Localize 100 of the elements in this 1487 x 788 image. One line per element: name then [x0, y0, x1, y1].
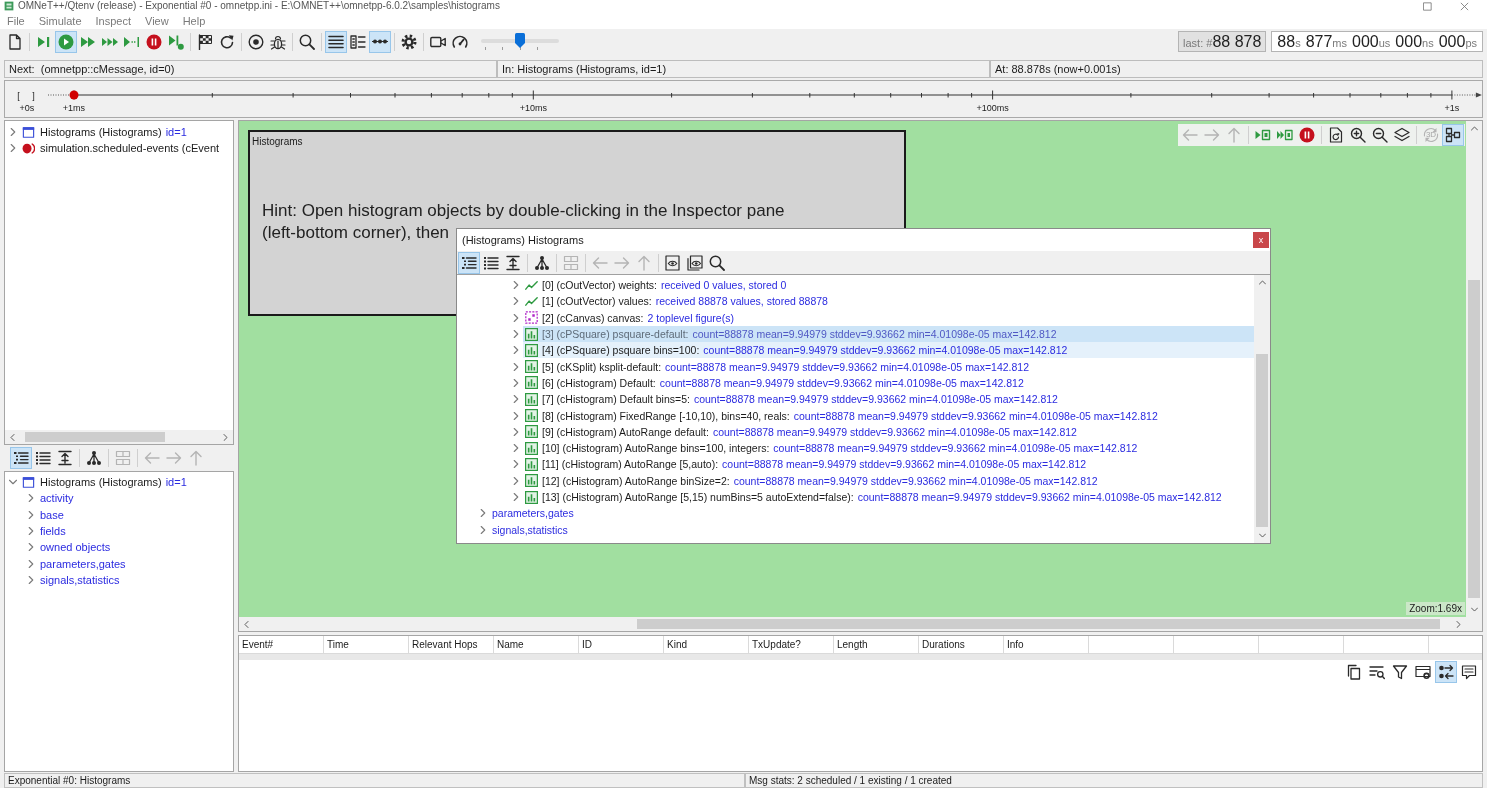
tree-item-label[interactable]: activity	[40, 492, 74, 505]
chevron-left-icon[interactable]	[243, 620, 250, 628]
chevron-up-icon[interactable]	[1470, 125, 1478, 132]
align-icon	[505, 254, 521, 271]
counter-label: last: #	[1183, 37, 1213, 49]
chevron-right-icon[interactable]	[512, 330, 520, 339]
chevron-right-icon[interactable]	[9, 144, 17, 153]
arrow-up-icon	[188, 450, 204, 466]
tree-item-label[interactable]: owned objects	[40, 541, 111, 554]
chevron-down-icon[interactable]	[9, 478, 17, 487]
chevron-down-icon[interactable]	[1470, 606, 1478, 613]
slider-thumb[interactable]	[515, 32, 525, 48]
object-info: received 0 values, stored 0	[660, 279, 787, 292]
run-button[interactable]	[55, 30, 77, 53]
chevron-right-icon[interactable]	[27, 494, 35, 503]
column-header[interactable]: Time	[324, 636, 409, 653]
chevron-right-icon[interactable]	[27, 543, 35, 552]
column-header[interactable]: Durations	[919, 636, 1004, 653]
chevron-right-icon[interactable]	[512, 444, 520, 453]
chevron-right-icon[interactable]	[512, 395, 520, 404]
chevron-right-icon[interactable]	[512, 378, 520, 387]
menu-item[interactable]: Inspect	[88, 12, 138, 29]
menu-item[interactable]: Help	[175, 12, 213, 29]
chevron-right-icon[interactable]	[27, 575, 35, 584]
chevron-right-icon[interactable]	[512, 411, 520, 420]
menu-item[interactable]: File	[0, 12, 32, 29]
tree-item[interactable]: [11] (cHistogram) AutoRange [5,auto): count=88878 mean=9.94979 stddev=9.93662 min=4.01098e-05 max=142.812	[523, 456, 1254, 473]
column-header[interactable]: Event#	[239, 636, 324, 653]
bar-chart-icon	[525, 327, 538, 341]
chevron-right-icon[interactable]	[27, 510, 35, 519]
scrollbar-thumb[interactable]	[1468, 280, 1480, 599]
chevron-right-icon[interactable]	[1455, 620, 1462, 628]
speed-slider[interactable]	[481, 30, 559, 53]
close-button[interactable]: x	[1253, 232, 1269, 248]
message-marker-icon[interactable]	[69, 90, 79, 100]
tree-item[interactable]: [3] (cPSquare) psquare-default: count=88878 mean=9.94979 stddev=9.93662 min=4.01098e-05 max=142.812	[523, 325, 1254, 343]
scrollbar[interactable]	[1254, 275, 1270, 543]
tree-item[interactable]: [2] (cCanvas) canvas: 2 toplevel figure(s)	[523, 309, 1254, 326]
window-gear-icon	[1415, 664, 1431, 680]
column-header[interactable]: TxUpdate?	[749, 636, 834, 653]
tree-item-label[interactable]: Histograms (Histograms)	[40, 476, 162, 489]
column-header[interactable]: Relevant Hops	[409, 636, 494, 653]
chevron-right-icon[interactable]	[512, 297, 520, 306]
tree-item[interactable]: [6] (cHistogram) Default: count=88878 mean=9.94979 stddev=9.93662 min=4.01098e-05 max=142.812	[523, 374, 1254, 392]
chevron-right-icon[interactable]	[512, 313, 520, 322]
scrollbar-thumb[interactable]	[1256, 353, 1268, 527]
chevron-right-icon[interactable]	[512, 346, 520, 355]
tree-mode-button[interactable]	[10, 447, 32, 469]
tree-item[interactable]: [7] (cHistogram) Default bins=5: count=88878 mean=9.94979 stddev=9.93662 min=4.01098e-05 max=142.812	[523, 391, 1254, 408]
chevron-down-icon[interactable]	[1258, 532, 1266, 539]
close-icon[interactable]	[1460, 1, 1469, 11]
menu-item[interactable]: View	[138, 12, 176, 29]
tree-item[interactable]: [13] (cHistogram) AutoRange [5,15) numBins=5 autoExtend=false): count=88878 mean=9.94979 stddev=9.93662 min=4.01098e-05 max=142.812	[523, 488, 1254, 506]
chevron-left-icon[interactable]	[9, 433, 16, 441]
column-header[interactable]: Length	[834, 636, 919, 653]
chevron-right-icon[interactable]	[512, 362, 520, 371]
column-header[interactable]: ID	[579, 636, 664, 653]
chevron-right-icon[interactable]	[512, 476, 520, 485]
chevron-right-icon[interactable]	[222, 433, 229, 441]
scrollbar[interactable]	[5, 430, 233, 444]
chevron-right-icon[interactable]	[27, 559, 35, 568]
tree-item[interactable]: [5] (cKSplit) ksplit-default: count=88878 mean=9.94979 stddev=9.93662 min=4.01098e-05 max=142.812	[523, 358, 1254, 375]
tree-item[interactable]: [8] (cHistogram) FixedRange [-10,10), bins=40, reals: count=88878 mean=9.94979 stddev=9.93662 min=4.01098e-05 max=142.812	[523, 407, 1254, 424]
mode-button[interactable]	[1435, 661, 1457, 683]
chevron-right-icon[interactable]	[479, 509, 487, 518]
tree-item-label[interactable]: parameters,gates	[40, 557, 126, 570]
chevron-right-icon[interactable]	[9, 128, 17, 137]
tree-item[interactable]: [1] (cOutVector) values: received 88878 values, stored 88878	[523, 293, 1254, 310]
scrollbar-thumb[interactable]	[636, 619, 1440, 629]
chevron-right-icon[interactable]	[479, 525, 487, 534]
chevron-right-icon[interactable]	[512, 281, 520, 290]
tree-item[interactable]: [9] (cHistogram) AutoRange default: count=88878 mean=9.94979 stddev=9.93662 min=4.01098e-05 max=142.812	[523, 423, 1254, 440]
module-layout-button[interactable]	[1442, 124, 1464, 146]
tree-item[interactable]: [0] (cOutVector) weights: received 0 values, stored 0	[523, 277, 1254, 294]
tree-item[interactable]: parameters,gates	[490, 505, 1254, 522]
tree-item[interactable]: signals,statistics	[490, 521, 1254, 538]
maximize-icon[interactable]	[1423, 1, 1432, 11]
bar-chart-icon	[525, 457, 538, 471]
column-header[interactable]: Info	[1004, 636, 1089, 653]
tree-item[interactable]: [4] (cPSquare) psquare bins=100: count=88878 mean=9.94979 stddev=9.93662 min=4.01098e-05 max=142.812	[523, 342, 1254, 359]
chevron-right-icon[interactable]	[512, 493, 520, 501]
column-header[interactable]: Name	[494, 636, 579, 653]
tree-item-label[interactable]: signals,statistics	[40, 573, 120, 586]
chevron-right-icon[interactable]	[512, 460, 520, 469]
timeline-toggle-button[interactable]	[369, 30, 391, 53]
tree-item-label[interactable]: fields	[40, 525, 66, 538]
tree-item-label[interactable]: simulation.scheduled-events (cEvent	[40, 142, 220, 155]
tree-item[interactable]: [10] (cHistogram) AutoRange bins=100, integers: count=88878 mean=9.94979 stddev=9.93662 min=4.01098e-05 max=142.812	[523, 439, 1254, 457]
chevron-right-icon[interactable]	[27, 527, 35, 536]
chevron-right-icon[interactable]	[512, 427, 520, 436]
tree-item-label[interactable]: Histograms (Histograms)	[40, 126, 162, 139]
tree-mode-button[interactable]	[458, 251, 480, 274]
tree-item[interactable]: [12] (cHistogram) AutoRange binSize=2: count=88878 mean=9.94979 stddev=9.93662 min=4.01098e-05 max=142.812	[523, 472, 1254, 489]
menu-item[interactable]: Simulate	[31, 12, 89, 29]
tree-item-label[interactable]: base	[40, 508, 64, 521]
layout-button[interactable]	[325, 30, 347, 53]
column-header[interactable]: Kind	[664, 636, 749, 653]
scrollbar-thumb[interactable]	[25, 432, 165, 442]
chevron-up-icon[interactable]	[1258, 279, 1266, 286]
funnel-icon	[1392, 664, 1408, 680]
